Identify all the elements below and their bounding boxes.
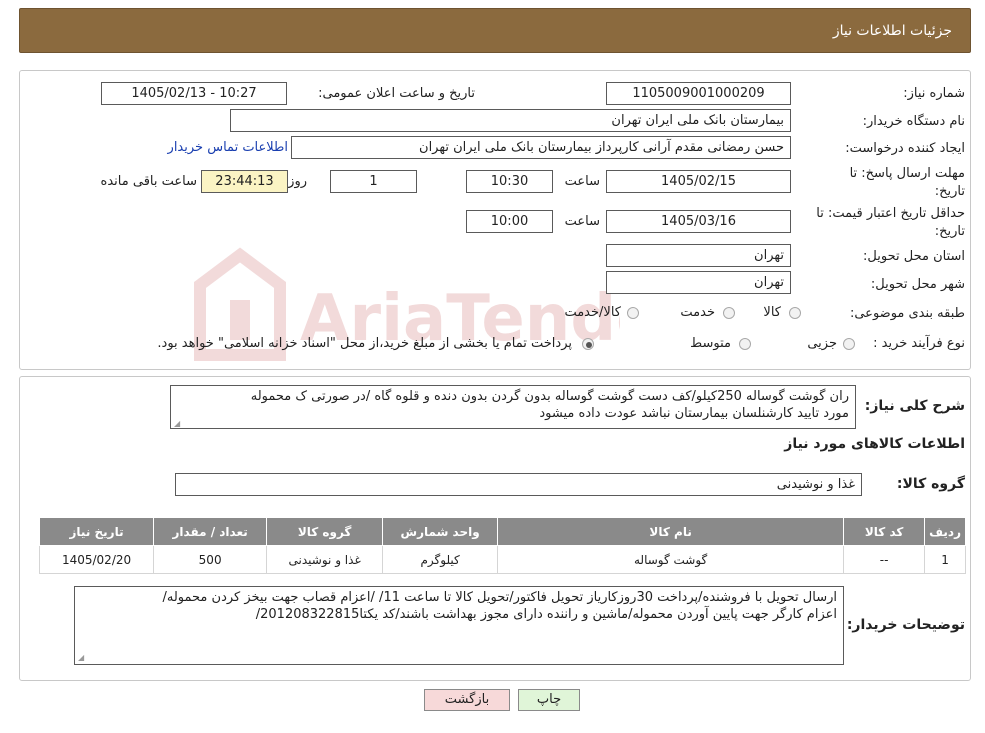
remaining-time-field: 23:44:13 bbox=[201, 170, 288, 193]
validity-label-date: تاریخ: bbox=[934, 224, 965, 239]
category-radio-goods[interactable] bbox=[789, 307, 801, 319]
cell-code: -- bbox=[843, 545, 926, 574]
announce-label: تاریخ و ساعت اعلان عمومی: bbox=[318, 86, 475, 101]
description-line-2: مورد تایید کارشنلسان بیمارستان نباشد عود… bbox=[539, 406, 849, 421]
need-number-field: 1105009001000209 bbox=[606, 82, 791, 105]
cell-quantity: 500 bbox=[153, 545, 268, 574]
items-table: ردیف کد کالا نام کالا واحد شمارش گروه کا… bbox=[38, 517, 966, 574]
col-unit: واحد شمارش bbox=[382, 517, 499, 546]
buyer-org-label: نام دستگاه خریدار: bbox=[862, 114, 965, 129]
print-button[interactable]: چاپ bbox=[518, 689, 580, 711]
category-label: طبقه بندی موضوعی: bbox=[849, 306, 965, 321]
remaining-label: ساعت باقی مانده bbox=[100, 174, 197, 189]
buyer-org-field: بیمارستان بانک ملی ایران تهران bbox=[230, 109, 791, 132]
goods-group-label: گروه کالا: bbox=[896, 476, 965, 492]
cell-name: گوشت گوساله bbox=[497, 545, 845, 574]
announce-field: 1405/02/13 - 10:27 bbox=[101, 82, 287, 105]
buyer-notes-label: توضیحات خریدار: bbox=[846, 617, 965, 633]
cell-unit: کیلوگرم bbox=[382, 545, 499, 574]
col-quantity: تعداد / مقدار bbox=[153, 517, 268, 546]
page-title: جزئیات اطلاعات نیاز bbox=[832, 23, 952, 39]
buyer-notes-line-2: اعزام کارگر جهت پایین آوردن محموله/ماشین… bbox=[255, 607, 837, 622]
watermark-logo: AriaTender.neT bbox=[194, 247, 620, 361]
validity-time-label: ساعت bbox=[564, 214, 600, 229]
col-name: نام کالا bbox=[497, 517, 845, 546]
deadline-label-date: تاریخ: bbox=[934, 184, 965, 199]
requester-label: ایجاد کننده درخواست: bbox=[845, 141, 965, 156]
buyer-notes-line-1: ارسال تحویل با فروشنده/پرداخت 30روزکاریا… bbox=[162, 590, 838, 605]
items-table-header: ردیف کد کالا نام کالا واحد شمارش گروه کا… bbox=[38, 517, 966, 546]
description-label: شرح کلی نیاز: bbox=[864, 398, 965, 414]
process-radio-treasury[interactable] bbox=[582, 338, 594, 350]
description-line-1: ران گوشت گوساله 250کیلو/کف دست گوشت گوسا… bbox=[250, 389, 849, 404]
validity-date-field: 1405/03/16 bbox=[606, 210, 791, 233]
category-radio-service[interactable] bbox=[723, 307, 735, 319]
goods-section-title: اطلاعات کالاهای مورد نیاز bbox=[784, 436, 965, 452]
validity-time-field: 10:00 bbox=[466, 210, 553, 233]
goods-group-field: غذا و نوشیدنی bbox=[175, 473, 862, 496]
deadline-date-field: 1405/02/15 bbox=[606, 170, 791, 193]
table-row: 1 -- گوشت گوساله کیلوگرم غذا و نوشیدنی 5… bbox=[38, 545, 966, 574]
process-label: نوع فرآیند خرید : bbox=[873, 336, 965, 351]
cell-group: غذا و نوشیدنی bbox=[266, 545, 384, 574]
process-radio-medium[interactable] bbox=[739, 338, 751, 350]
process-radio-small[interactable] bbox=[843, 338, 855, 350]
validity-label: حداقل تاریخ اعتبار قیمت: تا bbox=[816, 206, 965, 221]
back-button[interactable]: بازگشت bbox=[424, 689, 510, 711]
deadline-time-field: 10:30 bbox=[466, 170, 553, 193]
resize-grip-icon[interactable]: ◢ bbox=[78, 654, 85, 662]
need-number-label: شماره نیاز: bbox=[903, 86, 965, 101]
deadline-label: مهلت ارسال پاسخ: تا bbox=[849, 166, 965, 181]
buyer-contact-link[interactable]: اطلاعات تماس خریدار bbox=[168, 140, 288, 155]
col-date: تاریخ نیاز bbox=[38, 517, 155, 546]
city-label: شهر محل تحویل: bbox=[870, 277, 965, 292]
col-group: گروه کالا bbox=[266, 517, 384, 546]
items-table-wrap: ردیف کد کالا نام کالا واحد شمارش گروه کا… bbox=[38, 517, 966, 574]
description-textarea[interactable]: ران گوشت گوساله 250کیلو/کف دست گوشت گوسا… bbox=[170, 385, 856, 429]
process-option-small: جزیی bbox=[807, 336, 837, 351]
resize-grip-icon[interactable]: ◢ bbox=[174, 420, 181, 428]
days-field: 1 bbox=[330, 170, 417, 193]
category-option-service: خدمت bbox=[680, 305, 715, 320]
cell-date: 1405/02/20 bbox=[38, 545, 155, 574]
col-row: ردیف bbox=[924, 517, 966, 546]
page-header: جزئیات اطلاعات نیاز bbox=[19, 8, 971, 53]
category-radio-goods-service[interactable] bbox=[627, 307, 639, 319]
city-field: تهران bbox=[606, 271, 791, 294]
province-label: استان محل تحویل: bbox=[863, 249, 965, 264]
deadline-time-label: ساعت bbox=[564, 174, 600, 189]
process-option-medium: متوسط bbox=[690, 336, 731, 351]
col-code: کد کالا bbox=[843, 517, 926, 546]
buyer-notes-textarea[interactable]: ارسال تحویل با فروشنده/پرداخت 30روزکاریا… bbox=[74, 586, 844, 665]
cell-row: 1 bbox=[924, 545, 966, 574]
category-option-goods: کالا bbox=[763, 305, 781, 320]
province-field: تهران bbox=[606, 244, 791, 267]
category-option-goods-service: کالا/خدمت bbox=[564, 305, 621, 320]
requester-field: حسن رمضانی مقدم آرانی کارپرداز بیمارستان… bbox=[291, 136, 791, 159]
process-note: پرداخت تمام یا بخشی از مبلغ خرید،از محل … bbox=[157, 336, 572, 351]
